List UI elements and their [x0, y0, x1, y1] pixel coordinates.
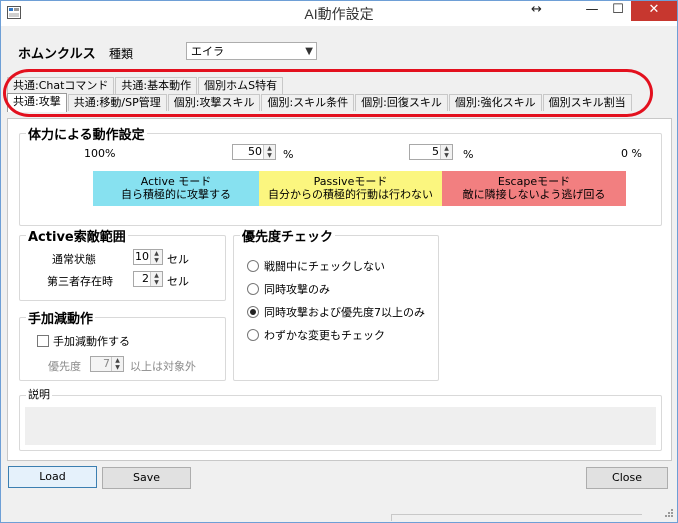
hp-threshold-2-value: 5 [432, 145, 439, 158]
tab-panel-attack: 体力による動作設定 100% 50 ▲ ▼ % 5 ▲ ▼ % 0 % Active… [7, 118, 672, 461]
tab-row-1: 共通:Chatコマンド 共通:基本動作 個別ホムS特有 [7, 77, 284, 94]
window-title: AI動作設定 [304, 6, 374, 22]
radio-simultaneous-priority[interactable] [247, 306, 259, 318]
tab-skill-condition[interactable]: 個別:スキル条件 [261, 94, 355, 111]
spinner-arrows-icon[interactable]: ▲ ▼ [263, 145, 275, 159]
hp-threshold-1-unit: % [283, 148, 294, 161]
spinner-arrows-icon[interactable]: ▲ ▼ [150, 250, 162, 264]
chevron-down-icon: ▼ [305, 46, 313, 57]
active-mode-desc: 自ら積極的に攻撃する [121, 188, 231, 201]
hp-group: 体力による動作設定 100% 50 ▲ ▼ % 5 ▲ ▼ % 0 % Active… [19, 124, 662, 226]
manual-action-checkbox[interactable] [37, 335, 49, 347]
load-button[interactable]: Load [8, 466, 97, 488]
passive-mode-title: Passiveモード [313, 175, 388, 188]
normal-range-input[interactable]: 10 ▲ ▼ [133, 249, 163, 265]
priority-check-title: 優先度チェック [240, 226, 336, 245]
hp-100-label: 100% [84, 147, 116, 160]
save-button[interactable]: Save [102, 467, 191, 489]
third-party-range-unit: セル [167, 275, 189, 288]
tab-heal-skill[interactable]: 個別:回復スキル [355, 94, 448, 111]
description-group: 説明 [19, 386, 662, 451]
third-party-label: 第三者存在時 [47, 275, 113, 288]
normal-state-label: 通常状態 [52, 253, 96, 266]
active-mode-title: Active モード [140, 175, 212, 188]
manual-priority-value: 7 [103, 357, 110, 370]
search-range-group: Active索敵範囲 通常状態 10 ▲ ▼ セル 第三者存在時 2 ▲ ▼ セル [19, 226, 226, 301]
manual-action-title: 手加減動作 [26, 308, 96, 327]
third-party-range-input[interactable]: 2 ▲ ▼ [133, 271, 163, 287]
main-window: AI動作設定 ↔ — ☐ ✕ ホムンクルス 種類 エイラ ▼ 共通:Chatコマ… [0, 0, 678, 523]
minimize-button[interactable]: — [579, 1, 605, 21]
active-mode-box: Active モード 自ら積極的に攻撃する [93, 171, 259, 206]
description-title: 説明 [26, 386, 52, 402]
hp-0-label: 0 % [621, 147, 642, 160]
passive-mode-desc: 自分からの積極的行動は行わない [268, 188, 433, 201]
tab-buff-skill[interactable]: 個別:強化スキル [448, 94, 542, 111]
manual-action-group: 手加減動作 手加減動作する 優先度 7 ▲ ▼ 以上は対象外 [19, 308, 226, 381]
radio-simultaneous-only[interactable] [247, 283, 259, 295]
manual-priority-input[interactable]: 7 ▲ ▼ [90, 356, 124, 372]
hp-threshold-1-input[interactable]: 50 ▲ ▼ [232, 144, 276, 160]
tab-row-2: 共通:攻撃 共通:移動/SP管理 個別:攻撃スキル 個別:スキル条件 個別:回復… [7, 93, 633, 112]
escape-mode-box: Escapeモード 敵に隣接しないよう逃げ回る [442, 171, 626, 206]
tab-attack[interactable]: 共通:攻撃 [7, 93, 67, 112]
escape-mode-desc: 敵に隣接しないよう逃げ回る [462, 188, 606, 201]
tab-attack-skill[interactable]: 個別:攻撃スキル [167, 94, 261, 111]
spinner-arrows-icon[interactable]: ▲ ▼ [440, 145, 452, 159]
radio-no-check-label: 戦闘中にチェックしない [264, 260, 385, 273]
priority-label: 優先度 [48, 360, 81, 373]
search-range-title: Active索敵範囲 [26, 226, 128, 245]
mode-bar: Active モード 自ら積極的に攻撃する Passiveモード 自分からの積極… [93, 171, 626, 206]
third-party-range-value: 2 [142, 272, 149, 285]
radio-no-check[interactable] [247, 260, 259, 272]
radio-any-change[interactable] [247, 329, 259, 341]
kind-select-value: エイラ [191, 45, 224, 58]
passive-mode-box: Passiveモード 自分からの積極的行動は行わない [259, 171, 442, 206]
radio-simultaneous-priority-label: 同時攻撃および優先度7以上のみ [264, 306, 425, 319]
kind-label: 種類 [109, 47, 134, 61]
hp-group-title: 体力による動作設定 [26, 124, 147, 143]
close-button[interactable]: Close [586, 467, 668, 489]
escape-mode-title: Escapeモード [497, 175, 571, 188]
homunculus-label: ホムンクルス [18, 47, 96, 62]
tab-skill-assign[interactable]: 個別スキル割当 [542, 94, 632, 111]
window-close-button[interactable]: ✕ [631, 1, 677, 21]
title-bar[interactable]: AI動作設定 ↔ — ☐ ✕ [1, 1, 677, 26]
maximize-button[interactable]: ☐ [605, 1, 631, 21]
manual-action-check-label: 手加減動作する [53, 335, 130, 348]
tab-move-sp[interactable]: 共通:移動/SP管理 [67, 94, 167, 111]
hp-threshold-2-unit: % [463, 148, 474, 161]
radio-any-change-label: わずかな変更もチェック [264, 329, 385, 342]
kind-select[interactable]: エイラ ▼ [186, 42, 317, 60]
normal-range-unit: セル [167, 253, 189, 266]
tab-chat-command[interactable]: 共通:Chatコマンド [7, 77, 115, 94]
tab-homs-specific[interactable]: 個別ホムS特有 [198, 77, 284, 94]
radio-simultaneous-only-label: 同時攻撃のみ [264, 283, 330, 296]
spinner-arrows-icon[interactable]: ▲ ▼ [150, 272, 162, 286]
hp-threshold-1-value: 50 [248, 145, 262, 158]
spinner-arrows-icon[interactable]: ▲ ▼ [111, 357, 123, 371]
tab-basic-action[interactable]: 共通:基本動作 [115, 77, 198, 94]
priority-suffix: 以上は対象外 [130, 360, 196, 373]
move-cursor-icon: ↔ [531, 2, 542, 17]
priority-check-group: 優先度チェック 戦闘中にチェックしない 同時攻撃のみ 同時攻撃および優先度7以上… [233, 226, 439, 381]
status-strip [391, 514, 642, 521]
hp-threshold-2-input[interactable]: 5 ▲ ▼ [409, 144, 453, 160]
description-text [25, 407, 656, 445]
resize-grip-icon[interactable] [664, 508, 674, 518]
normal-range-value: 10 [135, 250, 149, 263]
client-area: ホムンクルス 種類 エイラ ▼ 共通:Chatコマンド 共通:基本動作 個別ホム… [1, 26, 677, 522]
